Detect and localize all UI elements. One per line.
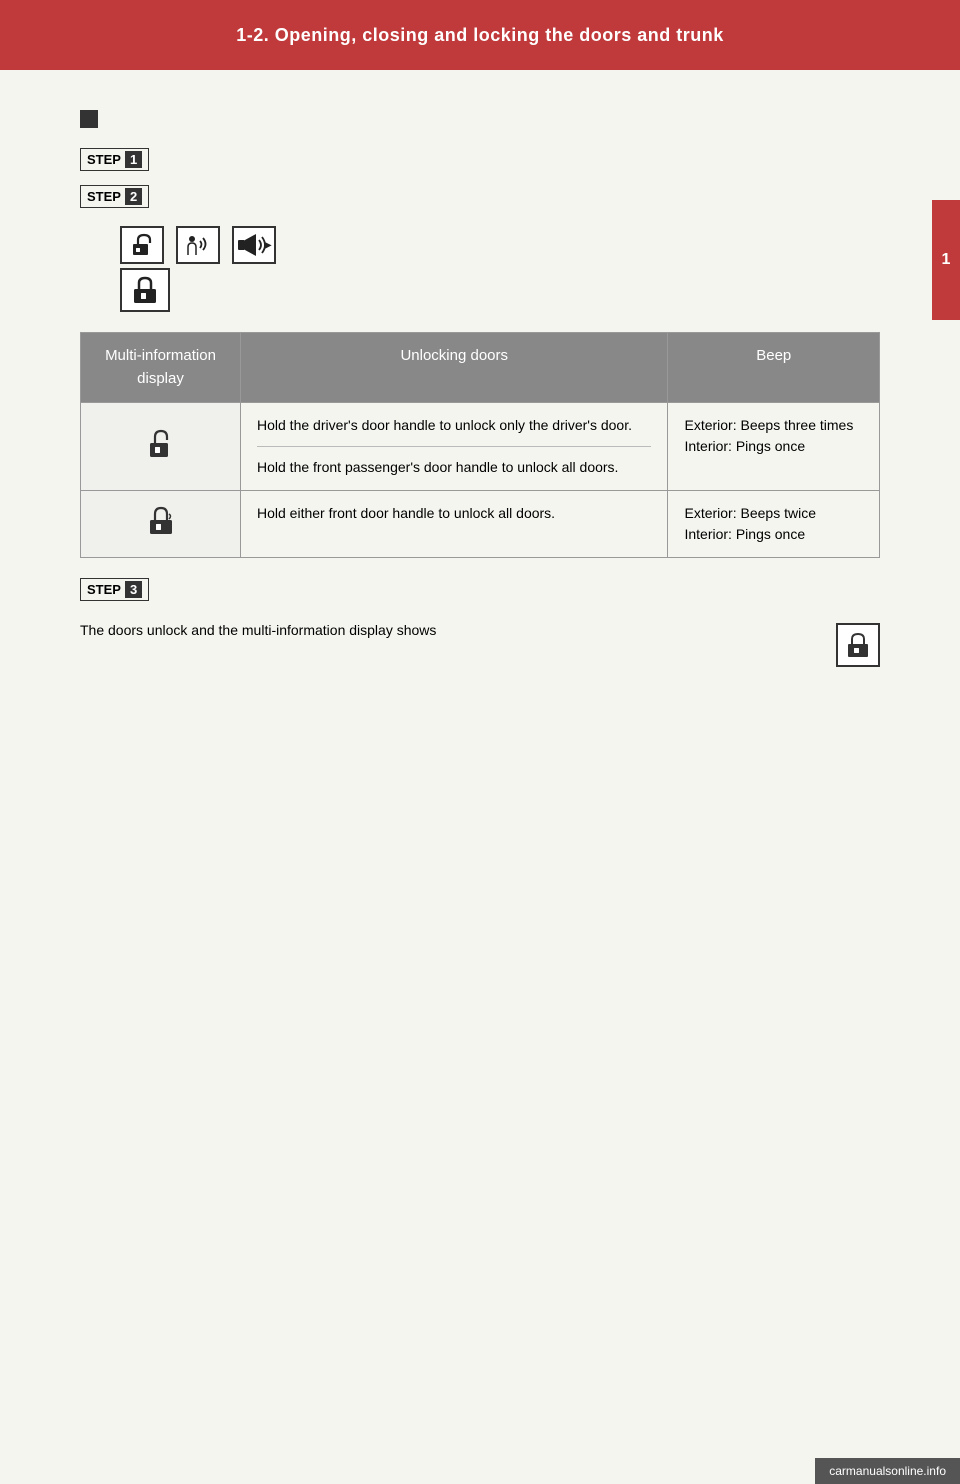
step-3-text: The doors unlock and the multi-informati… [80, 619, 816, 641]
step-1-label: STEP [87, 152, 121, 167]
step-2-row: STEP 2 [80, 185, 880, 216]
step-2-label: STEP [87, 189, 121, 204]
footer-bar: carmanualsonline.info [815, 1458, 960, 1484]
closed-lock-icon-box [120, 268, 170, 312]
step-3-num: 3 [125, 581, 142, 598]
icons-row: ▶ [120, 226, 880, 264]
table-full-lock-icon [143, 503, 179, 539]
svg-text:▶: ▶ [264, 240, 272, 251]
steps-area: STEP 1 STEP 2 [80, 148, 880, 312]
partial-unlock-icon [128, 231, 156, 259]
step-3-area: The doors unlock and the multi-informati… [80, 619, 880, 667]
closed-lock-icon [129, 274, 161, 306]
table-row-2: Hold either front door handle to unlock … [81, 491, 880, 558]
header-title: 1-2. Opening, closing and locking the do… [236, 25, 724, 46]
header-bar: 1-2. Opening, closing and locking the do… [0, 0, 960, 70]
step-2-badge: STEP 2 [80, 185, 149, 208]
table-body: Hold the driver's door handle to unlock … [81, 403, 880, 558]
table-cell-unlocking-2: Hold either front door handle to unlock … [241, 491, 668, 558]
step-2-num: 2 [125, 188, 142, 205]
step-3-label: STEP [87, 582, 121, 597]
col-header-beep: Beep [668, 333, 880, 403]
table-cell-beep-2: Exterior: Beeps twiceInterior: Pings onc… [668, 491, 880, 558]
table-cell-unlocking-1: Hold the driver's door handle to unlock … [241, 403, 668, 491]
step-1-num: 1 [125, 151, 142, 168]
table-row-1: Hold the driver's door handle to unlock … [81, 403, 880, 491]
table-cell-icon-1 [81, 403, 241, 491]
info-table: Multi-informationdisplay Unlocking doors… [80, 332, 880, 558]
step-3-badge: STEP 3 [80, 578, 149, 601]
signal-icon [182, 231, 214, 259]
speaker-icon: ▶ [236, 230, 272, 260]
table-cell-icon-2 [81, 491, 241, 558]
icons-row-2 [120, 268, 880, 312]
col-header-display: Multi-informationdisplay [81, 333, 241, 403]
step-1-badge: STEP 1 [80, 148, 149, 171]
section-header [80, 110, 880, 128]
table-cell-beep-1: Exterior: Beeps three timesInterior: Pin… [668, 403, 880, 491]
partial-unlock-icon-box [120, 226, 164, 264]
step-3-row: STEP 3 [80, 578, 880, 609]
col-header-unlocking: Unlocking doors [241, 333, 668, 403]
step-3-description: The doors unlock and the multi-informati… [80, 622, 436, 638]
table-partial-lock-icon [143, 426, 179, 462]
main-content: STEP 1 STEP 2 [0, 70, 960, 707]
table-header: Multi-informationdisplay Unlocking doors… [81, 333, 880, 403]
step3-lock-icon [843, 630, 873, 660]
section-square-icon [80, 110, 98, 128]
unlocking-1-bottom: Hold the front passenger's door handle t… [257, 457, 651, 478]
step-1-row: STEP 1 [80, 148, 880, 179]
unlocking-1-top: Hold the driver's door handle to unlock … [257, 415, 651, 447]
footer-url: carmanualsonline.info [829, 1464, 946, 1478]
speaker-icon-box: ▶ [232, 226, 276, 264]
signal-icon-box [176, 226, 220, 264]
step-3-icon-box [836, 623, 880, 667]
